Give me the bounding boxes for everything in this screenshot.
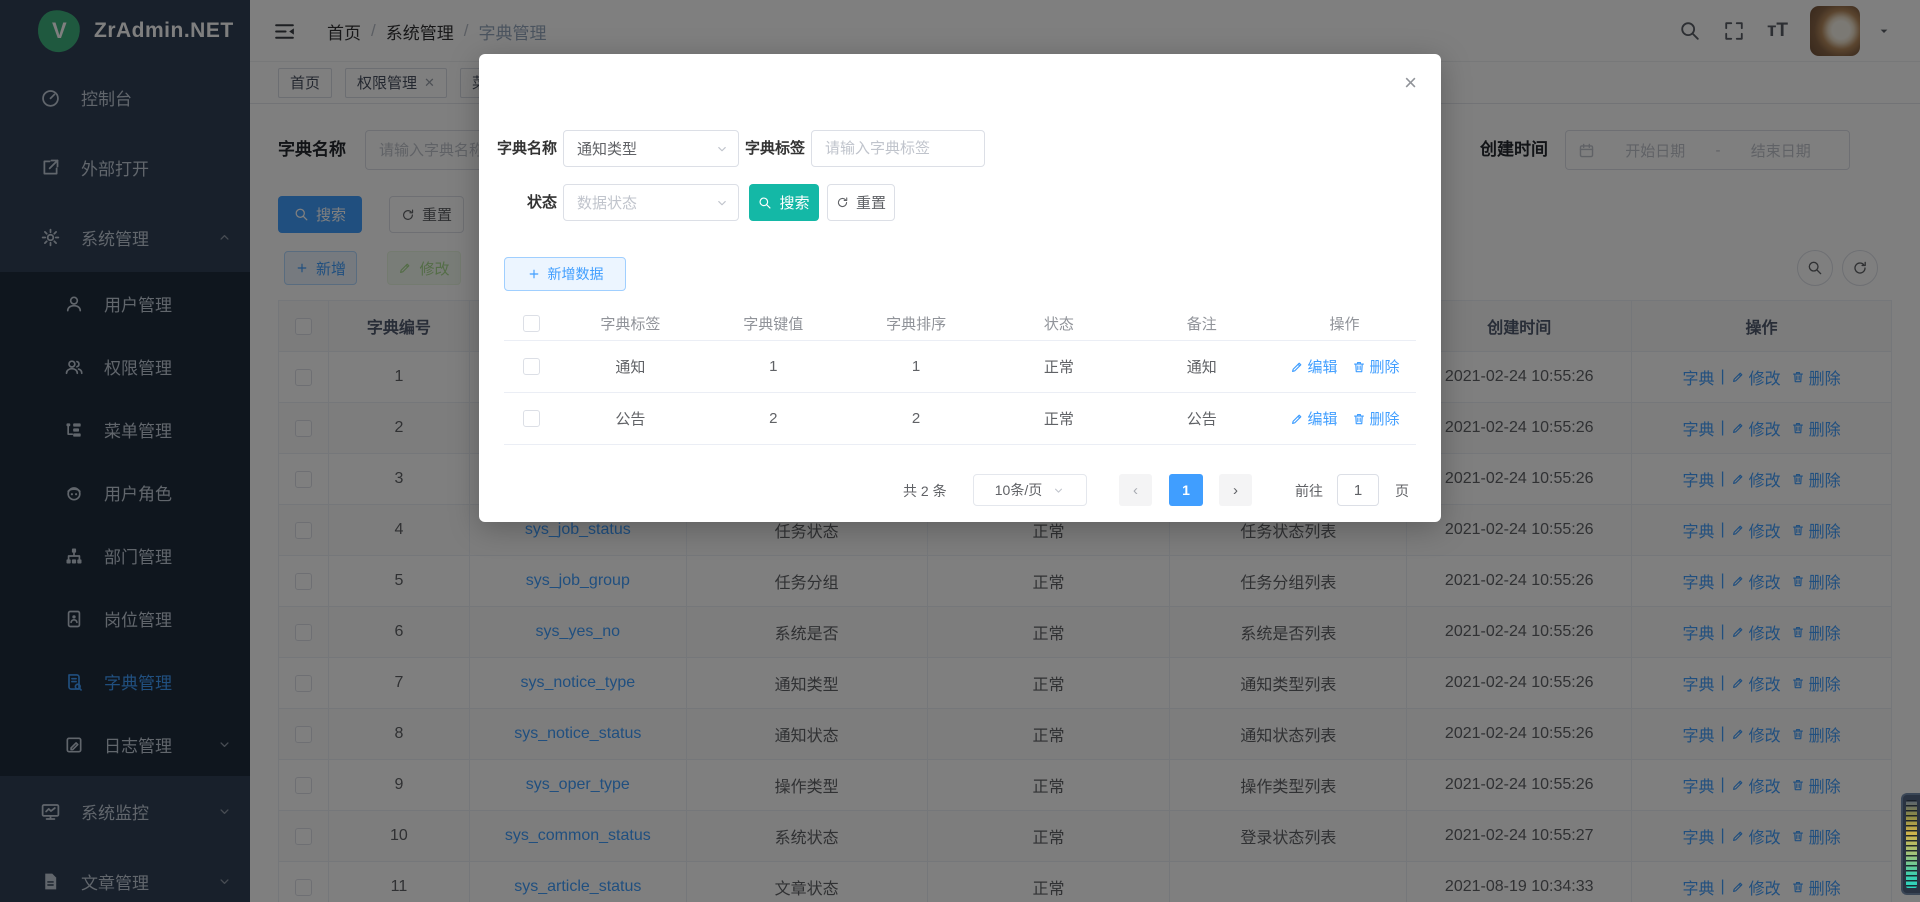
trash-icon — [1352, 412, 1366, 426]
modal-cell-label: 通知 — [559, 356, 702, 377]
modal-select-all-checkbox[interactable] — [523, 315, 540, 332]
modal-cell-label: 公告 — [559, 408, 702, 429]
modal-cell-value: 1 — [702, 358, 845, 375]
modal-edit-link[interactable]: 编辑 — [1290, 356, 1338, 377]
modal-table-body: 通知11正常通知编辑删除公告22正常公告编辑删除 — [504, 340, 1416, 444]
goto-page-input[interactable] — [1337, 474, 1379, 506]
goto-label: 前往 — [1295, 481, 1323, 501]
modal-edit-link[interactable]: 编辑 — [1290, 408, 1338, 429]
page-size-select[interactable]: 10条/页 — [973, 474, 1087, 506]
modal-delete-link[interactable]: 删除 — [1352, 356, 1400, 377]
modal-dict-name-label: 字典名称 — [479, 130, 557, 167]
modal-row-checkbox[interactable] — [523, 358, 540, 375]
trash-icon — [1352, 360, 1366, 374]
chevron-down-icon — [1052, 484, 1065, 497]
pagination-total: 共 2 条 — [903, 481, 947, 501]
modal-table-header-cell: 状态 — [987, 313, 1130, 334]
modal-table-row: 通知11正常通知编辑删除 — [504, 340, 1416, 392]
modal-row-checkbox[interactable] — [523, 410, 540, 427]
modal-table-header-row: 字典标签字典键值字典排序状态备注操作 — [504, 307, 1416, 340]
refresh-icon — [836, 196, 849, 209]
modal-dict-label-label: 字典标签 — [737, 130, 805, 167]
modal-row-actions-cell: 编辑删除 — [1273, 408, 1416, 429]
chevron-down-icon — [715, 142, 729, 156]
modal-search-button[interactable]: 搜索 — [749, 184, 819, 221]
modal-close-icon[interactable]: × — [1404, 72, 1417, 94]
modal-status-select[interactable]: 数据状态 — [563, 184, 739, 221]
modal-cell-sort: 1 — [845, 358, 988, 375]
modal-pagination: 共 2 条 10条/页 ‹ 1 › 前往 页 — [479, 474, 1441, 506]
prev-page-button[interactable]: ‹ — [1119, 474, 1152, 506]
modal-delete-link[interactable]: 删除 — [1352, 408, 1400, 429]
modal-dict-data-table: 字典标签字典键值字典排序状态备注操作 通知11正常通知编辑删除公告22正常公告编… — [504, 307, 1416, 445]
current-page-button[interactable]: 1 — [1169, 474, 1203, 506]
modal-table-header-cell: 字典排序 — [845, 313, 988, 334]
modal-table-header-cell: 操作 — [1273, 313, 1416, 334]
modal-cell-status: 正常 — [987, 408, 1130, 429]
search-icon — [758, 196, 772, 210]
scroll-stripes — [1906, 800, 1917, 888]
scroll-indicator-widget[interactable] — [1901, 793, 1920, 895]
plus-icon — [527, 267, 541, 281]
modal-reset-button[interactable]: 重置 — [827, 184, 895, 221]
modal-header-checkbox-cell — [504, 315, 559, 332]
modal-dict-label-input[interactable] — [811, 130, 985, 167]
modal-row-checkbox-cell — [504, 358, 559, 375]
modal-table-header-cell: 字典键值 — [702, 313, 845, 334]
modal-row-actions-cell: 编辑删除 — [1273, 356, 1416, 377]
dict-data-modal: × 字典名称 通知类型 字典标签 状态 数据状态 搜索 重置 新增数据 字典标签… — [479, 54, 1441, 522]
modal-cell-sort: 2 — [845, 410, 988, 427]
modal-add-data-button[interactable]: 新增数据 — [504, 257, 626, 291]
pencil-icon — [1290, 412, 1304, 426]
page-unit-label: 页 — [1395, 481, 1409, 501]
pencil-icon — [1290, 360, 1304, 374]
modal-row-checkbox-cell — [504, 410, 559, 427]
modal-dict-name-select[interactable]: 通知类型 — [563, 130, 739, 167]
app-root: V ZrAdmin.NET 控制台 外部打开 系统管理 用户管理 权限管理 — [0, 0, 1920, 902]
modal-cell-status: 正常 — [987, 356, 1130, 377]
chevron-down-icon — [715, 196, 729, 210]
modal-table-row: 公告22正常公告编辑删除 — [504, 392, 1416, 444]
modal-table-header-cell: 字典标签 — [559, 313, 702, 334]
modal-table-header-cell: 备注 — [1130, 313, 1273, 334]
modal-cell-remark: 公告 — [1130, 408, 1273, 429]
next-page-button[interactable]: › — [1219, 474, 1252, 506]
modal-cell-value: 2 — [702, 410, 845, 427]
modal-status-label: 状态 — [479, 184, 557, 221]
modal-cell-remark: 通知 — [1130, 356, 1273, 377]
